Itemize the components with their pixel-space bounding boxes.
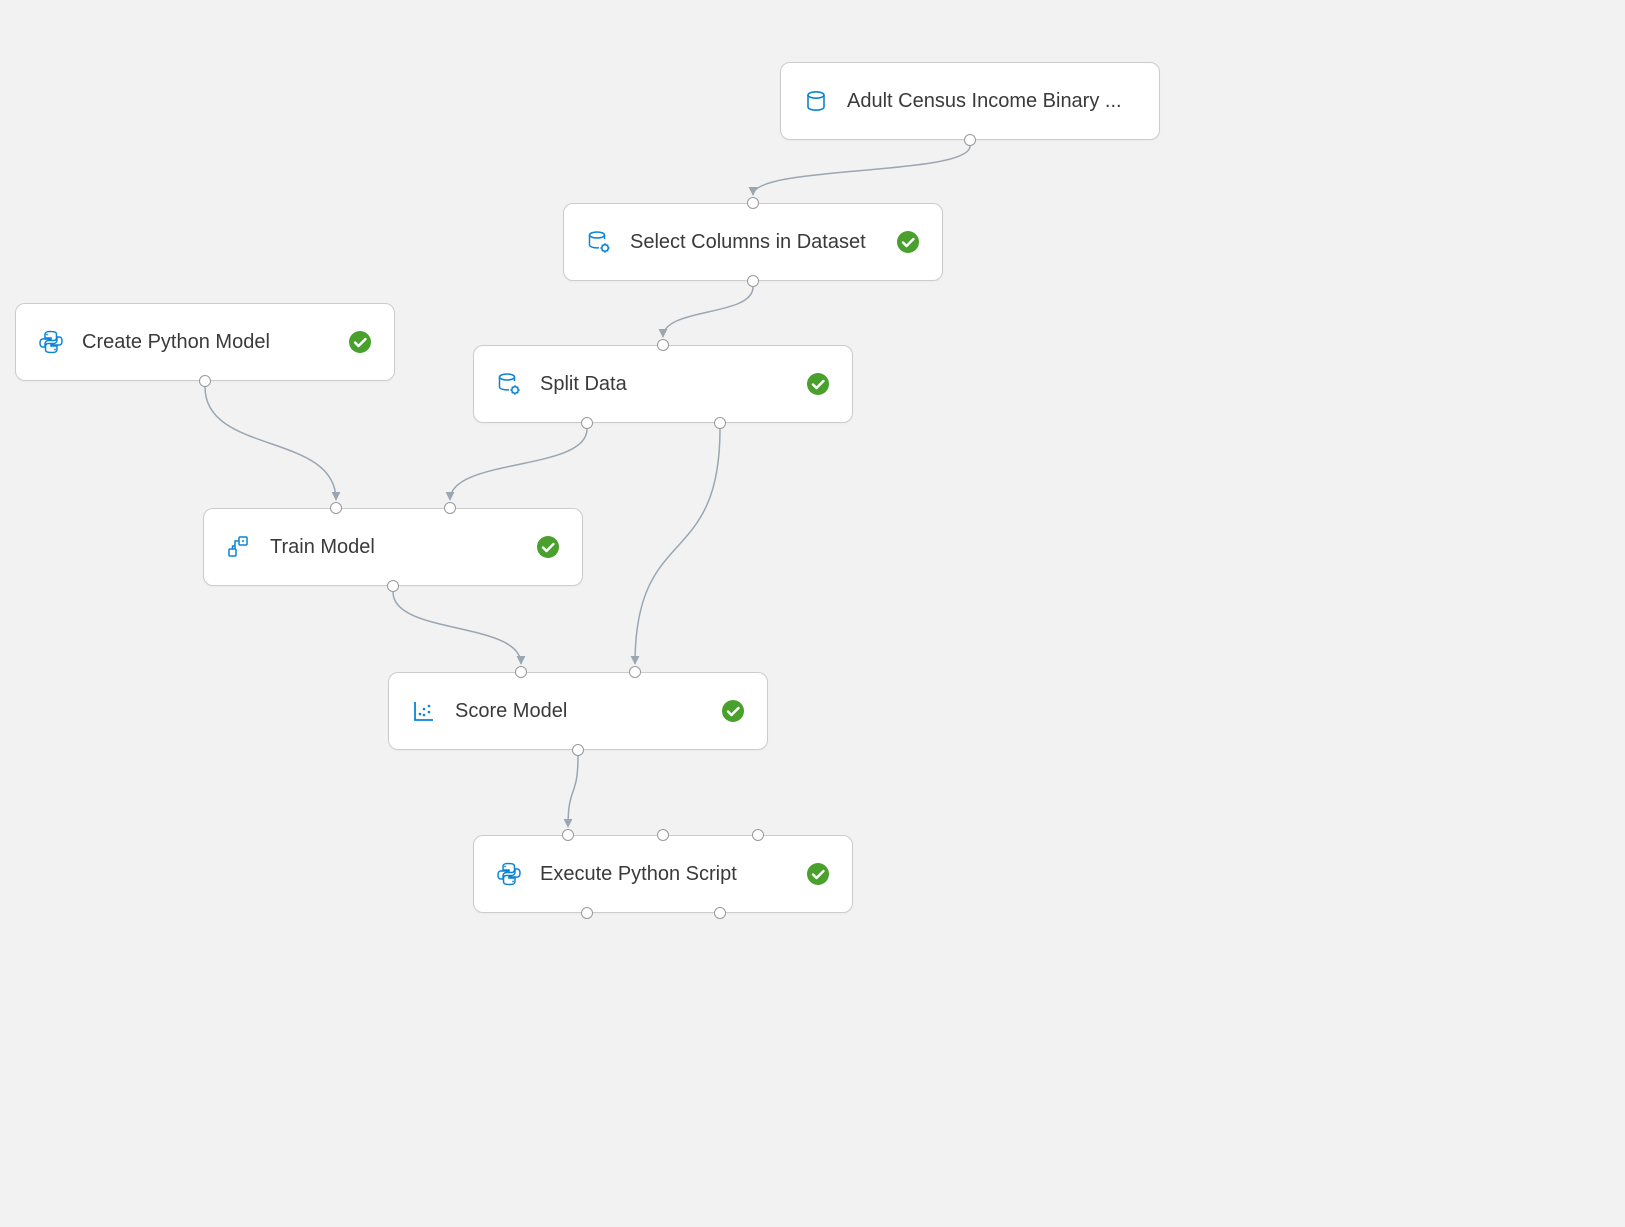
- node-score[interactable]: Score Model: [388, 672, 768, 750]
- input-port[interactable]: [515, 666, 527, 678]
- node-label: Train Model: [270, 536, 524, 559]
- input-port[interactable]: [657, 829, 669, 841]
- node-label: Score Model: [455, 700, 709, 723]
- output-port[interactable]: [747, 275, 759, 287]
- node-cpm[interactable]: Create Python Model: [15, 303, 395, 381]
- edge[interactable]: [635, 429, 720, 664]
- input-port[interactable]: [330, 502, 342, 514]
- node-label: Adult Census Income Binary ...: [847, 90, 1137, 113]
- node-label: Execute Python Script: [540, 863, 794, 886]
- edge[interactable]: [568, 756, 578, 827]
- node-split[interactable]: Split Data: [473, 345, 853, 423]
- python-icon: [38, 329, 64, 355]
- edge[interactable]: [205, 387, 336, 500]
- output-port[interactable]: [387, 580, 399, 592]
- chart-icon: [411, 698, 437, 724]
- status-success-icon: [536, 535, 560, 559]
- node-train[interactable]: Train Model: [203, 508, 583, 586]
- edge[interactable]: [393, 592, 521, 664]
- output-port[interactable]: [572, 744, 584, 756]
- output-port[interactable]: [714, 417, 726, 429]
- edge[interactable]: [663, 287, 753, 337]
- status-success-icon: [896, 230, 920, 254]
- input-port[interactable]: [444, 502, 456, 514]
- output-port[interactable]: [581, 907, 593, 919]
- pipeline-canvas[interactable]: Adult Census Income Binary ... Select Co…: [0, 0, 1625, 1227]
- database-icon: [803, 88, 829, 114]
- output-port[interactable]: [964, 134, 976, 146]
- edge[interactable]: [753, 146, 970, 195]
- model-icon: [226, 534, 252, 560]
- status-success-icon: [806, 372, 830, 396]
- node-select[interactable]: Select Columns in Dataset: [563, 203, 943, 281]
- status-success-icon: [721, 699, 745, 723]
- database-gear-icon: [586, 229, 612, 255]
- python-icon: [496, 861, 522, 887]
- node-label: Split Data: [540, 373, 794, 396]
- status-success-icon: [348, 330, 372, 354]
- edge[interactable]: [450, 429, 587, 500]
- node-label: Select Columns in Dataset: [630, 231, 884, 254]
- input-port[interactable]: [562, 829, 574, 841]
- input-port[interactable]: [752, 829, 764, 841]
- input-port[interactable]: [747, 197, 759, 209]
- output-port[interactable]: [199, 375, 211, 387]
- output-port[interactable]: [714, 907, 726, 919]
- input-port[interactable]: [657, 339, 669, 351]
- input-port[interactable]: [629, 666, 641, 678]
- node-dataset[interactable]: Adult Census Income Binary ...: [780, 62, 1160, 140]
- database-gear-icon: [496, 371, 522, 397]
- node-exec[interactable]: Execute Python Script: [473, 835, 853, 913]
- node-label: Create Python Model: [82, 331, 336, 354]
- status-success-icon: [806, 862, 830, 886]
- connectors-layer: [0, 0, 1625, 1227]
- output-port[interactable]: [581, 417, 593, 429]
